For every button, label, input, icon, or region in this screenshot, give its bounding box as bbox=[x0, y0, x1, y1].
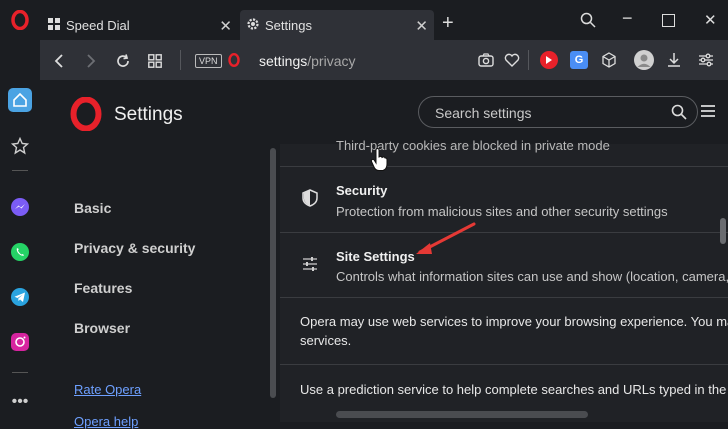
bookmarks-star-icon[interactable] bbox=[8, 134, 32, 158]
tab-label: Speed Dial bbox=[66, 17, 130, 33]
avatar[interactable] bbox=[634, 50, 654, 70]
divider bbox=[280, 364, 728, 365]
nav-scrollbar[interactable] bbox=[270, 148, 276, 398]
nav-item-basic[interactable]: Basic bbox=[74, 200, 111, 216]
new-tab-button[interactable]: + bbox=[442, 12, 454, 35]
maximize-button[interactable] bbox=[662, 14, 675, 27]
easy-setup-icon[interactable] bbox=[698, 52, 714, 73]
url-path: /privacy bbox=[307, 53, 356, 69]
web-services-text-cont: services. bbox=[300, 333, 352, 348]
tab-strip: Speed Dial ✕ Settings ✕ + − ✕ bbox=[40, 0, 728, 40]
close-icon[interactable]: ✕ bbox=[415, 17, 428, 35]
divider bbox=[528, 50, 529, 70]
tab-grid-icon[interactable] bbox=[144, 50, 166, 72]
minimize-button[interactable]: − bbox=[622, 8, 633, 29]
opera-logo-icon bbox=[70, 96, 102, 136]
page-title: Settings bbox=[114, 104, 183, 125]
home-icon[interactable] bbox=[8, 88, 32, 112]
nav-item-privacy-security[interactable]: Privacy & security bbox=[74, 240, 195, 256]
download-icon[interactable] bbox=[666, 52, 682, 73]
close-window-button[interactable]: ✕ bbox=[704, 11, 717, 29]
nav-item-browser[interactable]: Browser bbox=[74, 320, 130, 336]
reload-button[interactable] bbox=[112, 50, 134, 72]
site-settings-title: Site Settings bbox=[336, 249, 415, 264]
horizontal-scrollbar[interactable] bbox=[336, 411, 588, 418]
camera-icon[interactable] bbox=[478, 53, 494, 72]
tab-speed-dial[interactable]: Speed Dial ✕ bbox=[40, 10, 238, 40]
search-box[interactable] bbox=[418, 96, 698, 129]
back-button[interactable] bbox=[48, 50, 70, 72]
more-icon[interactable]: ••• bbox=[8, 390, 32, 414]
instagram-icon[interactable] bbox=[8, 330, 32, 354]
sidebar-divider bbox=[12, 170, 28, 171]
url-field[interactable]: settings/privacy bbox=[259, 53, 355, 69]
messenger-icon[interactable] bbox=[8, 195, 32, 219]
youtube-extension-icon[interactable] bbox=[540, 51, 558, 69]
rate-opera-link[interactable]: Rate Opera bbox=[74, 382, 141, 397]
divider bbox=[280, 297, 728, 298]
web-services-text: Opera may use web services to improve yo… bbox=[300, 314, 728, 329]
divider bbox=[180, 50, 181, 70]
translate-extension-icon[interactable]: G bbox=[570, 51, 588, 69]
heart-icon[interactable] bbox=[504, 53, 520, 72]
tab-label: Settings bbox=[265, 17, 312, 33]
shield-icon bbox=[302, 189, 318, 212]
cube-icon[interactable] bbox=[601, 52, 617, 73]
search-input[interactable] bbox=[433, 97, 657, 129]
grid-icon bbox=[48, 17, 60, 33]
security-title: Security bbox=[336, 183, 388, 198]
menu-icon[interactable] bbox=[700, 104, 716, 123]
security-row[interactable]: Security Protection from malicious sites… bbox=[280, 167, 728, 231]
site-settings-row[interactable]: Site Settings Controls what information … bbox=[280, 233, 728, 297]
security-subtitle: Protection from malicious sites and othe… bbox=[336, 204, 668, 219]
search-tabs-icon[interactable] bbox=[580, 12, 596, 33]
address-bar: VPN settings/privacy G bbox=[40, 40, 728, 80]
annotation-arrow-icon bbox=[416, 222, 476, 254]
url-host: settings bbox=[259, 53, 308, 69]
whatsapp-icon[interactable] bbox=[8, 240, 32, 264]
site-settings-subtitle: Controls what information sites can use … bbox=[336, 269, 728, 284]
opera-logo-icon bbox=[228, 52, 240, 72]
settings-content: Third-party cookies are blocked in priva… bbox=[280, 138, 728, 422]
sidebar-divider bbox=[12, 372, 28, 373]
search-icon[interactable] bbox=[671, 104, 687, 125]
vpn-badge[interactable]: VPN bbox=[195, 54, 222, 68]
sliders-icon bbox=[302, 256, 318, 277]
settings-nav: Basic Privacy & security Features Browse… bbox=[40, 144, 280, 429]
content-scrollbar[interactable] bbox=[720, 218, 726, 244]
telegram-icon[interactable] bbox=[8, 285, 32, 309]
forward-button[interactable] bbox=[80, 50, 102, 72]
gear-icon bbox=[246, 17, 260, 34]
browser-sidebar: ••• bbox=[0, 0, 40, 422]
prediction-service-text: Use a prediction service to help complet… bbox=[300, 382, 728, 397]
nav-item-features[interactable]: Features bbox=[74, 280, 132, 296]
opera-menu-icon[interactable] bbox=[8, 8, 32, 32]
close-icon[interactable]: ✕ bbox=[219, 17, 232, 35]
tab-settings[interactable]: Settings ✕ bbox=[240, 10, 434, 40]
settings-header: Settings bbox=[40, 80, 728, 144]
hand-cursor-icon bbox=[370, 148, 388, 171]
